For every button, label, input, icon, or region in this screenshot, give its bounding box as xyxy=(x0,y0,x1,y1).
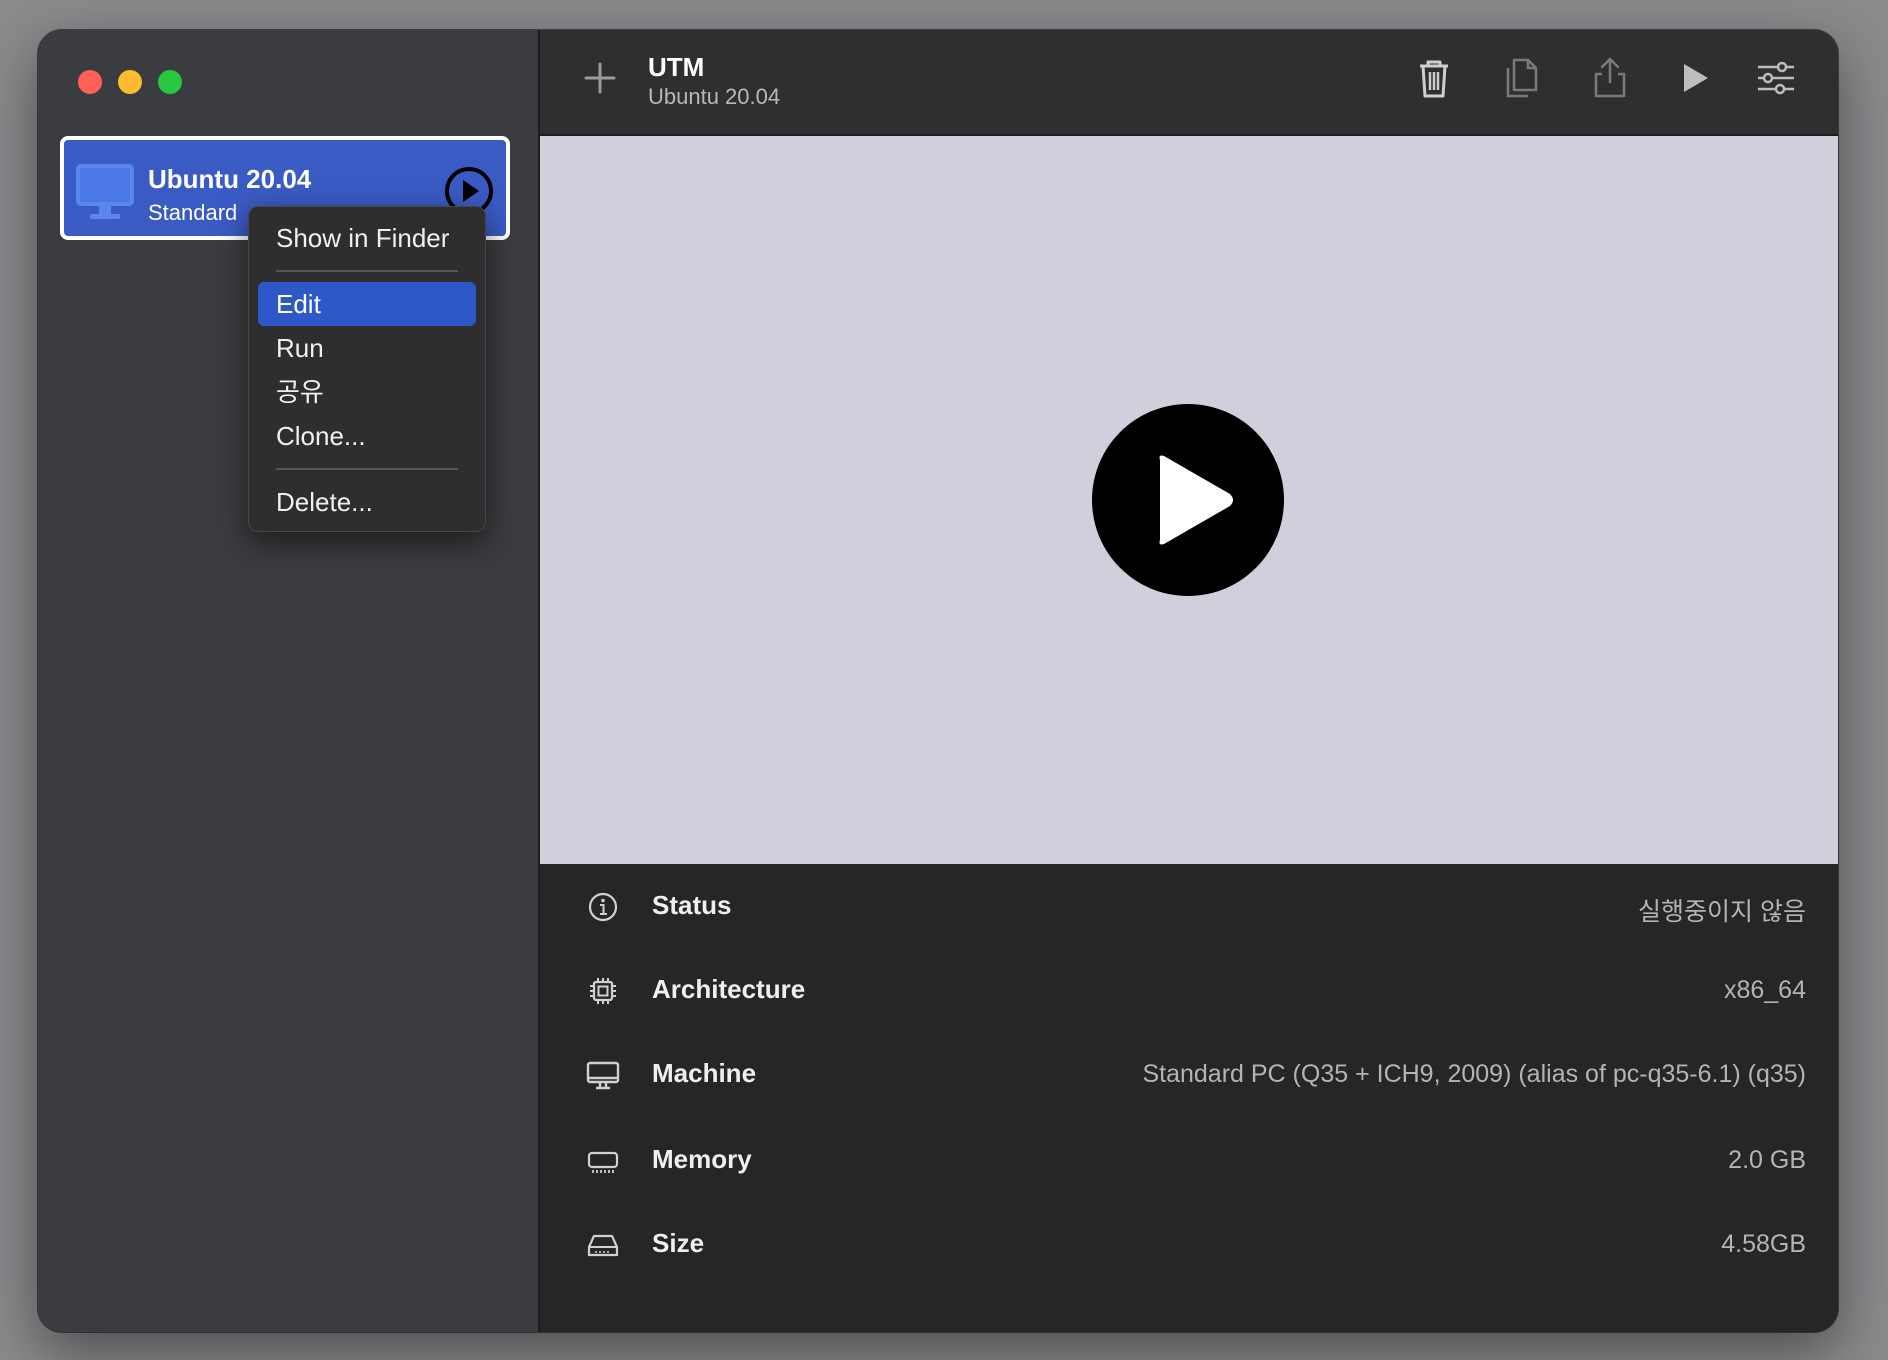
play-icon[interactable] xyxy=(1672,56,1716,100)
menu-item-delete[interactable]: Delete... xyxy=(258,480,476,524)
detail-label: Status xyxy=(652,890,732,920)
toolbar-subtitle: Ubuntu 20.04 xyxy=(648,84,781,109)
memory-icon xyxy=(587,1151,619,1173)
detail-label: Size xyxy=(652,1228,705,1258)
utm-window: Ubuntu 20.04 Standard Show in Finder Edi… xyxy=(38,30,1838,1332)
detail-label: Machine xyxy=(652,1058,757,1088)
detail-row-memory: Memory 2.0 GB xyxy=(540,1118,1838,1202)
vm-preview[interactable] xyxy=(540,136,1838,864)
menu-item-run[interactable]: Run xyxy=(258,326,476,370)
display-icon xyxy=(586,1061,620,1090)
menu-item-share[interactable]: 공유 xyxy=(258,370,476,414)
detail-label: Memory xyxy=(652,1144,752,1174)
menu-item-edit[interactable]: Edit xyxy=(258,282,476,326)
detail-value: Standard PC (Q35 + ICH9, 2009) (alias of… xyxy=(1142,1060,1806,1088)
toolbar-title: UTM xyxy=(648,52,705,82)
detail-row-status: Status 실행중이지 않음 xyxy=(540,864,1838,948)
vm-subtitle: Standard xyxy=(148,200,238,225)
trash-icon[interactable] xyxy=(1412,56,1456,100)
menu-item-show-in-finder[interactable]: Show in Finder xyxy=(258,216,476,260)
detail-row-size: Size 4.58GB xyxy=(540,1202,1838,1286)
settings-icon[interactable] xyxy=(1754,56,1798,100)
menu-separator xyxy=(276,270,458,272)
vm-name: Ubuntu 20.04 xyxy=(148,164,312,194)
monitor-icon xyxy=(76,164,134,219)
vm-details: Status 실행중이지 않음 Architecture x86_64 Mach… xyxy=(540,864,1838,1332)
detail-row-machine: Machine Standard PC (Q35 + ICH9, 2009) (… xyxy=(540,1032,1838,1116)
sidebar: Ubuntu 20.04 Standard Show in Finder Edi… xyxy=(38,30,540,1332)
drive-icon xyxy=(587,1234,619,1257)
menu-separator xyxy=(276,468,458,470)
window-controls xyxy=(78,70,182,94)
clone-icon[interactable] xyxy=(1500,56,1544,100)
detail-value: 4.58GB xyxy=(1721,1230,1806,1258)
share-icon[interactable] xyxy=(1588,56,1632,100)
info-icon xyxy=(588,892,618,922)
zoom-window-button[interactable] xyxy=(158,70,182,94)
detail-row-architecture: Architecture x86_64 xyxy=(540,948,1838,1032)
detail-label: Architecture xyxy=(652,974,806,1004)
context-menu: Show in Finder Edit Run 공유 Clone... Dele… xyxy=(248,206,486,532)
large-play-icon[interactable] xyxy=(1092,404,1284,596)
plus-icon[interactable] xyxy=(582,60,618,96)
detail-value: 실행중이지 않음 xyxy=(1638,898,1806,926)
menu-item-clone[interactable]: Clone... xyxy=(258,414,476,458)
detail-value: 2.0 GB xyxy=(1728,1146,1806,1174)
toolbar: UTM Ubuntu 20.04 xyxy=(540,30,1838,136)
detail-value: x86_64 xyxy=(1723,976,1806,1004)
cpu-icon xyxy=(590,978,616,1004)
close-window-button[interactable] xyxy=(78,70,102,94)
minimize-window-button[interactable] xyxy=(118,70,142,94)
